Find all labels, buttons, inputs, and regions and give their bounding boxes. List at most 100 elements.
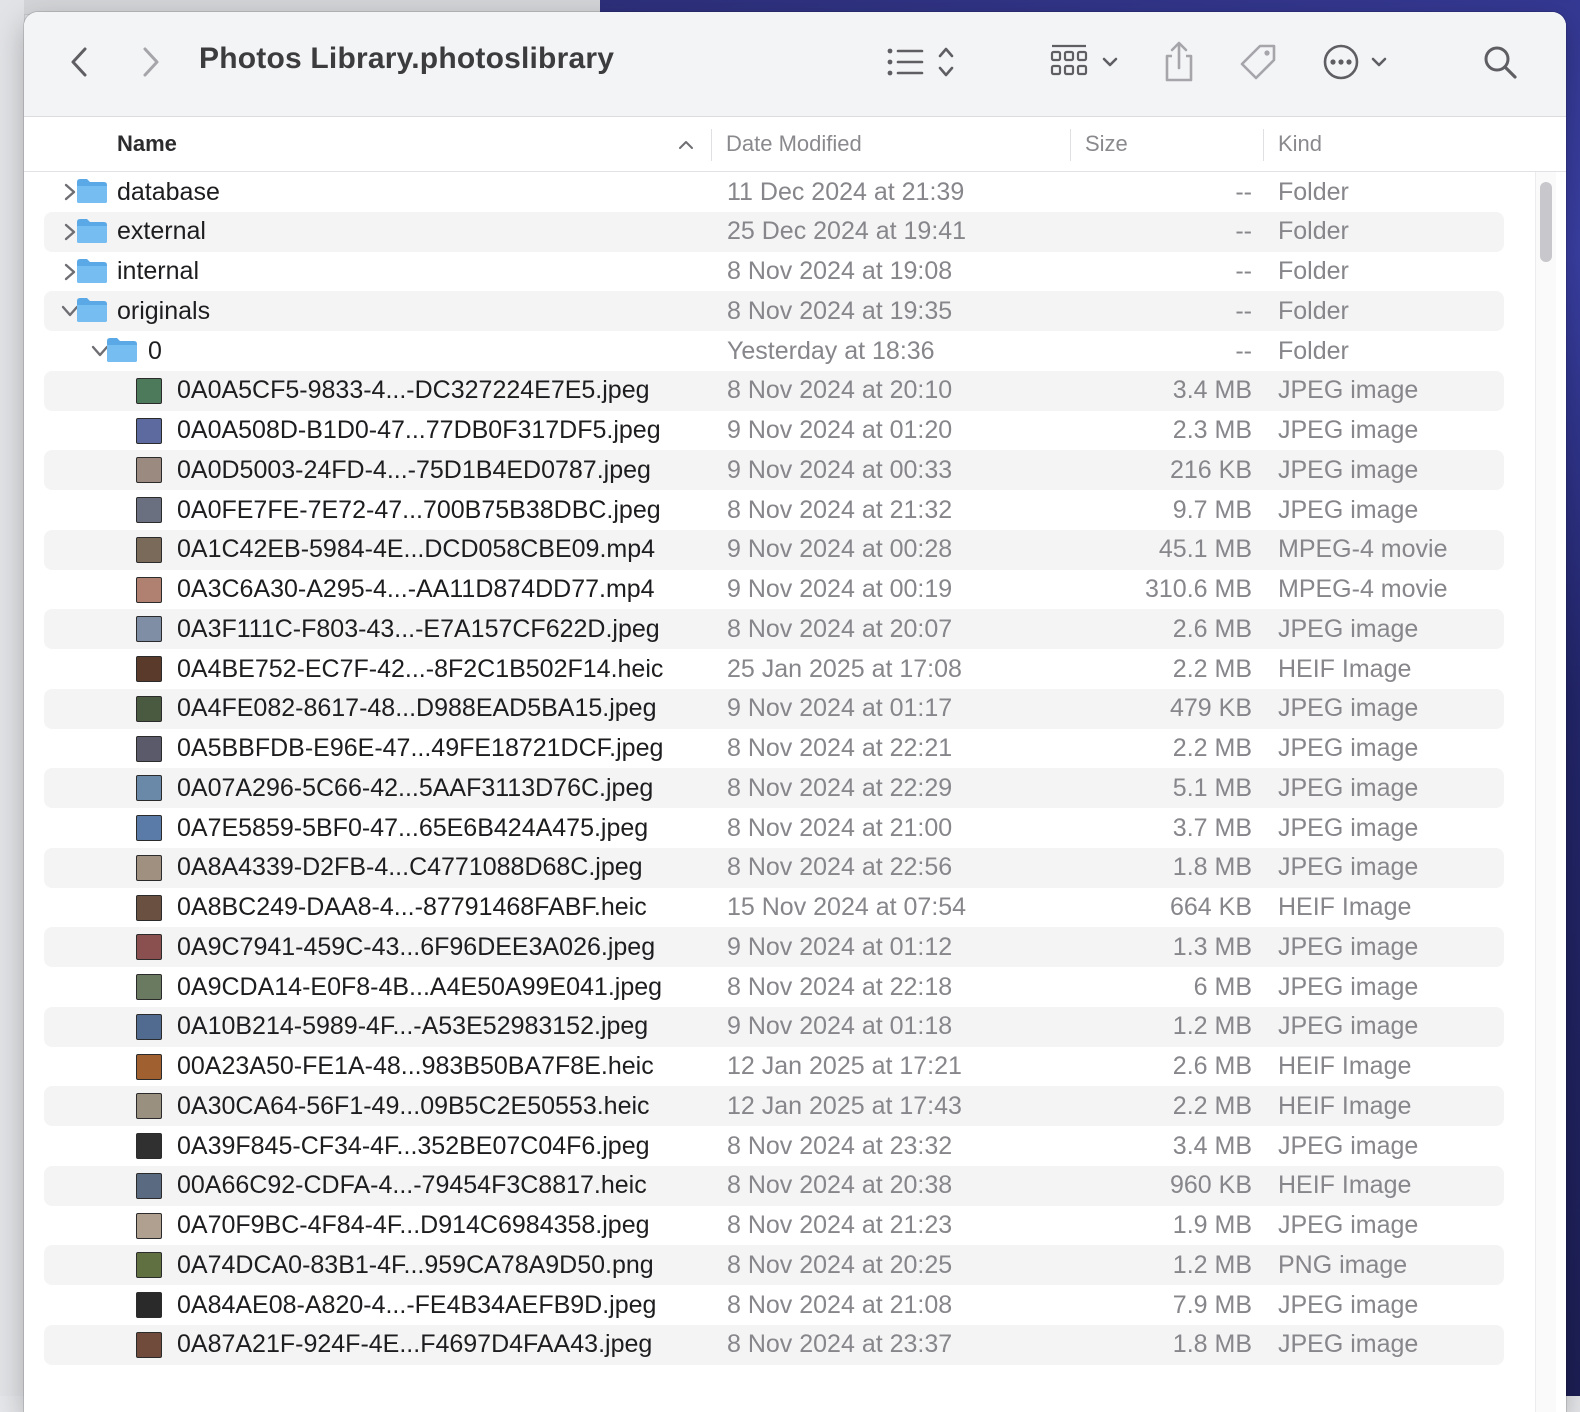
column-divider xyxy=(1263,129,1264,161)
file-name: external xyxy=(117,217,206,246)
file-size: 1.8 MB xyxy=(1172,853,1252,882)
chevron-right-icon xyxy=(143,47,159,77)
file-name: 0A9C7941-459C-43...6F96DEE3A026.jpeg xyxy=(177,932,656,961)
date-column-header[interactable]: Date Modified xyxy=(726,117,862,171)
file-name: 0A87A21F-924F-4E...F4697D4FAA43.jpeg xyxy=(177,1330,653,1359)
file-kind: Folder xyxy=(1278,296,1349,325)
file-row[interactable]: 0A30CA64-56F1-49...09B5C2E50553.heic 12 J… xyxy=(44,1086,1504,1127)
file-name: 0A9CDA14-E0F8-4B...A4E50A99E041.jpeg xyxy=(177,972,663,1001)
view-options-button[interactable] xyxy=(884,42,964,82)
file-row[interactable]: 0A84AE08-A820-4...-FE4B34AEFB9D.jpeg 8 No… xyxy=(44,1285,1504,1325)
tag-icon xyxy=(1240,44,1276,80)
file-row[interactable]: 0A0FE7FE-7E72-47...700B75B38DBC.jpeg 8 No… xyxy=(44,490,1504,530)
file-row[interactable]: 0A0D5003-24FD-4...-75D1B4ED0787.jpeg 9 No… xyxy=(44,450,1504,491)
file-size: 2.2 MB xyxy=(1172,1091,1252,1120)
file-name: 0A07A296-5C66-42...5AAF3113D76C.jpeg xyxy=(177,773,654,802)
file-kind: JPEG image xyxy=(1278,932,1419,961)
size-column-header[interactable]: Size xyxy=(1085,117,1128,171)
file-row[interactable]: 0A10B214-5989-4F...-A53E52983152.jpeg 9 N… xyxy=(44,1006,1504,1047)
back-button[interactable] xyxy=(62,44,96,80)
file-size: 1.2 MB xyxy=(1172,1250,1252,1279)
file-name: 0A39F845-CF34-4F...352BE07C04F6.jpeg xyxy=(177,1131,650,1160)
file-row[interactable]: 0A0A5CF5-9833-4...-DC327224E7E5.jpeg 8 No… xyxy=(44,370,1504,411)
date-modified: 8 Nov 2024 at 20:10 xyxy=(727,376,953,405)
file-name: 0A0A508D-B1D0-47...77DB0F317DF5.jpeg xyxy=(177,416,661,444)
file-kind: HEIF Image xyxy=(1278,1171,1412,1200)
file-row[interactable]: 0A3F111C-F803-43...-E7A157CF622D.jpeg 8 N… xyxy=(44,609,1504,650)
date-modified: 8 Nov 2024 at 22:21 xyxy=(727,734,953,762)
date-modified: 8 Nov 2024 at 21:00 xyxy=(727,813,953,842)
folder-icon xyxy=(76,297,108,323)
file-kind: Folder xyxy=(1278,336,1349,365)
file-row[interactable]: 0A4BE752-EC7F-42...-8F2C1B502F14.heic 25 … xyxy=(44,649,1504,689)
file-size: 664 KB xyxy=(1169,893,1252,921)
group-button[interactable] xyxy=(1046,40,1126,84)
file-size: -- xyxy=(1235,336,1252,365)
file-name: 0A4FE082-8617-48...D988EAD5BA15.jpeg xyxy=(177,694,657,723)
file-size: 3.7 MB xyxy=(1172,813,1252,842)
scrollbar-track xyxy=(1535,172,1556,1412)
file-name: 0A5BBFDB-E96E-47...49FE18721DCF.jpeg xyxy=(177,734,664,762)
folder-row[interactable]: originals 8 Nov 2024 at 19:35 -- Folder xyxy=(44,291,1504,332)
image-thumbnail-icon xyxy=(136,377,162,404)
image-thumbnail-icon xyxy=(136,1013,162,1040)
date-modified: 8 Nov 2024 at 23:32 xyxy=(727,1131,953,1160)
file-name: 0A0A5CF5-9833-4...-DC327224E7E5.jpeg xyxy=(177,376,650,405)
scrollbar-thumb[interactable] xyxy=(1540,182,1552,262)
file-row[interactable]: 0A9C7941-459C-43...6F96DEE3A026.jpeg 9 No… xyxy=(44,927,1504,968)
file-row[interactable]: 0A5BBFDB-E96E-47...49FE18721DCF.jpeg 8 No… xyxy=(44,729,1504,769)
file-row[interactable]: 0A74DCA0-83B1-4F...959CA78A9D50.png 8 Nov… xyxy=(44,1245,1504,1286)
folder-row[interactable]: database 11 Dec 2024 at 21:39 -- Folder xyxy=(44,172,1504,212)
folder-row[interactable]: external 25 Dec 2024 at 19:41 -- Folder xyxy=(44,211,1504,252)
image-thumbnail-icon xyxy=(136,656,162,682)
file-row[interactable]: 0A9CDA14-E0F8-4B...A4E50A99E041.jpeg 8 No… xyxy=(44,967,1504,1007)
file-size: 216 KB xyxy=(1169,455,1252,484)
file-size: -- xyxy=(1235,177,1252,206)
file-row[interactable]: 0A7E5859-5BF0-47...65E6B424A475.jpeg 8 No… xyxy=(44,808,1504,848)
file-row[interactable]: 0A07A296-5C66-42...5AAF3113D76C.jpeg 8 No… xyxy=(44,768,1504,809)
date-modified: 8 Nov 2024 at 21:32 xyxy=(727,495,953,524)
image-thumbnail-icon xyxy=(136,457,162,484)
image-thumbnail-icon xyxy=(136,616,162,643)
date-modified: 15 Nov 2024 at 07:54 xyxy=(727,893,967,921)
grid-group-icon xyxy=(1050,44,1118,76)
file-row[interactable]: 0A3C6A30-A295-4...-AA11D874DD77.mp4 9 Nov… xyxy=(44,570,1504,610)
search-button[interactable] xyxy=(1480,42,1520,82)
name-column-header[interactable]: Name xyxy=(117,117,177,171)
file-name: 0A7E5859-5BF0-47...65E6B424A475.jpeg xyxy=(177,813,649,842)
folder-row[interactable]: internal 8 Nov 2024 at 19:08 -- Folder xyxy=(44,252,1504,292)
file-row[interactable]: 00A66C92-CDFA-4...-79454F3C8817.heic 8 No… xyxy=(44,1165,1504,1206)
more-actions-button[interactable] xyxy=(1320,42,1392,82)
date-modified: 8 Nov 2024 at 23:37 xyxy=(727,1330,953,1359)
file-kind: JPEG image xyxy=(1278,1131,1419,1160)
file-name: 0A70F9BC-4F84-4F...D914C6984358.jpeg xyxy=(177,1211,650,1239)
date-modified: 9 Nov 2024 at 01:17 xyxy=(727,694,953,723)
background-window-edge xyxy=(0,0,25,1396)
file-row[interactable]: 0A1C42EB-5984-4E...DCD058CBE09.mp4 9 Nov … xyxy=(44,529,1504,570)
file-size: 2.3 MB xyxy=(1172,416,1252,444)
forward-button[interactable] xyxy=(134,44,168,80)
file-size: 3.4 MB xyxy=(1172,376,1252,405)
folder-row[interactable]: 0 Yesterday at 18:36 -- Folder xyxy=(44,331,1504,371)
folder-icon xyxy=(76,178,108,204)
image-thumbnail-icon xyxy=(136,934,162,961)
file-row[interactable]: 0A70F9BC-4F84-4F...D914C6984358.jpeg 8 No… xyxy=(44,1206,1504,1246)
file-kind: HEIF Image xyxy=(1278,893,1412,921)
list-view-icon xyxy=(887,47,954,77)
file-kind: JPEG image xyxy=(1278,813,1419,842)
file-row[interactable]: 0A39F845-CF34-4F...352BE07C04F6.jpeg 8 No… xyxy=(44,1126,1504,1166)
file-size: 3.4 MB xyxy=(1172,1131,1252,1160)
file-row[interactable]: 0A8BC249-DAA8-4...-87791468FABF.heic 15 N… xyxy=(44,888,1504,928)
file-name: 0A4BE752-EC7F-42...-8F2C1B502F14.heic xyxy=(177,654,664,683)
file-row[interactable]: 0A0A508D-B1D0-47...77DB0F317DF5.jpeg 9 No… xyxy=(44,411,1504,451)
file-row[interactable]: 00A23A50-FE1A-48...983B50BA7F8E.heic 12 J… xyxy=(44,1047,1504,1087)
share-button[interactable] xyxy=(1160,38,1198,86)
file-kind: Folder xyxy=(1278,217,1349,246)
file-row[interactable]: 0A4FE082-8617-48...D988EAD5BA15.jpeg 9 No… xyxy=(44,688,1504,729)
file-kind: JPEG image xyxy=(1278,853,1419,882)
kind-column-header[interactable]: Kind xyxy=(1278,117,1322,171)
file-size: 6 MB xyxy=(1193,972,1252,1001)
file-row[interactable]: 0A87A21F-924F-4E...F4697D4FAA43.jpeg 8 No… xyxy=(44,1324,1504,1365)
tags-button[interactable] xyxy=(1236,42,1280,82)
file-row[interactable]: 0A8A4339-D2FB-4...C4771088D68C.jpeg 8 Nov… xyxy=(44,847,1504,888)
